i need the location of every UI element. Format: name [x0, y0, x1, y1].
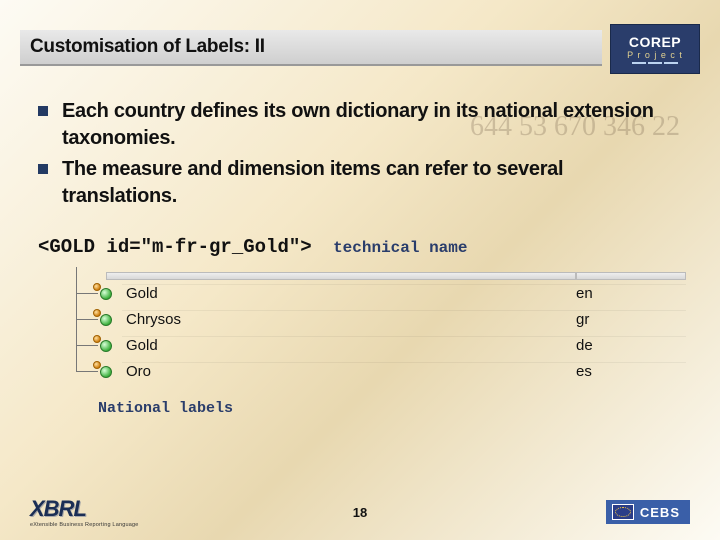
bullet-list: Each country defines its own dictionary … [38, 98, 682, 210]
corep-logo-sub: P r o j e c t [627, 50, 683, 60]
code-snippet: <GOLD id="m-fr-gr_Gold"> [38, 236, 312, 258]
tree-connector-icon [66, 280, 122, 306]
tree-connector-icon [66, 358, 122, 384]
slide-title: Customisation of Labels: II [20, 30, 602, 66]
slide-content: Each country defines its own dictionary … [0, 74, 720, 417]
slide-footer: XBRL eXtensible Business Reporting Langu… [0, 496, 720, 528]
label-cell: Chrysos [122, 310, 576, 328]
code-snippet-line: <GOLD id="m-fr-gr_Gold"> technical name [38, 236, 682, 258]
labels-table: Gold en Chrysos gr Gold de Oro es [66, 272, 686, 384]
table-row: Chrysos gr [66, 306, 686, 332]
cebs-logo-text: CEBS [640, 505, 680, 520]
xbrl-logo-text: XBRL [30, 496, 86, 522]
label-cell: Gold [122, 336, 576, 354]
page-number: 18 [353, 505, 367, 520]
lang-cell: de [576, 336, 686, 354]
corep-logo-bars-icon [632, 62, 678, 64]
national-labels-caption: National labels [98, 400, 682, 417]
table-row: Gold de [66, 332, 686, 358]
tree-connector-icon [66, 306, 122, 332]
lang-cell: es [576, 362, 686, 380]
lang-cell: en [576, 284, 686, 302]
xbrl-logo: XBRL eXtensible Business Reporting Langu… [30, 496, 139, 528]
table-row: Gold en [66, 280, 686, 306]
slide-header: Customisation of Labels: II COREP P r o … [0, 0, 720, 74]
corep-logo: COREP P r o j e c t [610, 24, 700, 74]
bullet-item: The measure and dimension items can refe… [38, 156, 682, 210]
label-cell: Oro [122, 362, 576, 380]
cebs-logo: CEBS [606, 500, 690, 524]
tree-connector-icon [66, 332, 122, 358]
label-cell: Gold [122, 284, 576, 302]
table-row: Oro es [66, 358, 686, 384]
corep-logo-text: COREP [629, 34, 681, 50]
xbrl-logo-sub: eXtensible Business Reporting Language [30, 522, 139, 528]
code-annotation: technical name [333, 239, 467, 257]
bullet-item: Each country defines its own dictionary … [38, 98, 682, 152]
eu-flag-icon [612, 504, 634, 520]
labels-table-header [66, 272, 686, 280]
lang-cell: gr [576, 310, 686, 328]
